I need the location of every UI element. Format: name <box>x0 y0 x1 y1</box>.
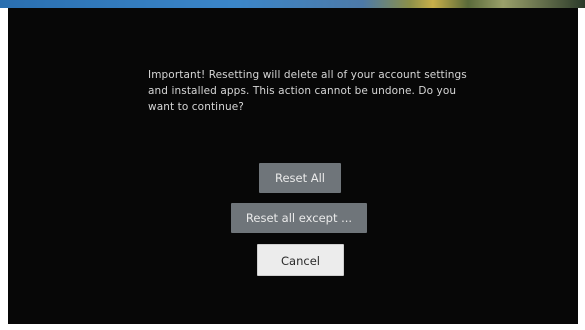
cancel-button[interactable]: Cancel <box>257 244 344 276</box>
tv-frame: Important! Resetting will delete all of … <box>0 0 585 330</box>
background-image-strip <box>0 0 585 8</box>
reset-all-except-button[interactable]: Reset all except ... <box>231 203 367 233</box>
warning-message: Important! Resetting will delete all of … <box>148 69 467 113</box>
reset-all-button[interactable]: Reset All <box>259 163 341 193</box>
reset-dialog-screen: Important! Resetting will delete all of … <box>8 8 578 324</box>
